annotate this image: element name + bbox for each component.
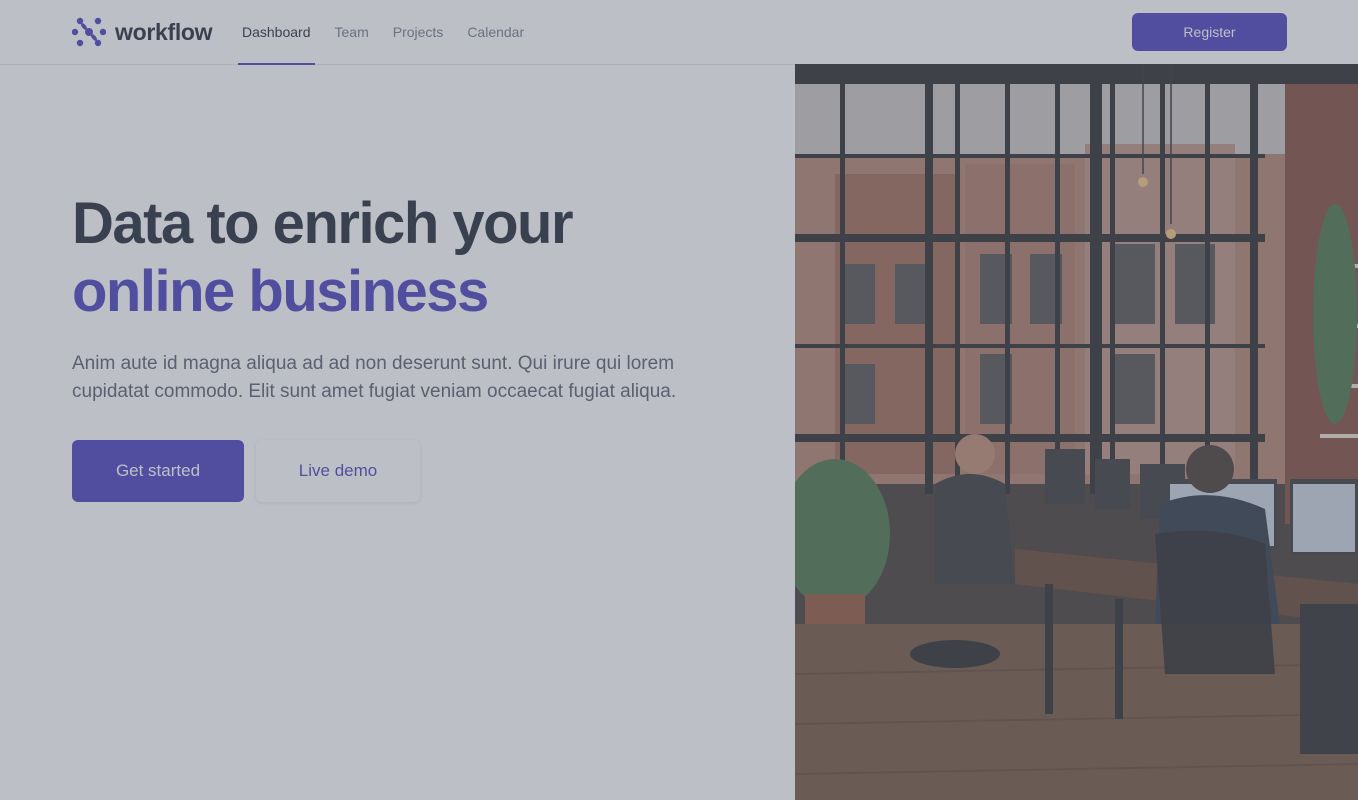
landing-page: workflow Dashboard Team Projects Calenda… — [0, 0, 1358, 800]
modal-backdrop-overlay[interactable] — [0, 0, 1358, 800]
